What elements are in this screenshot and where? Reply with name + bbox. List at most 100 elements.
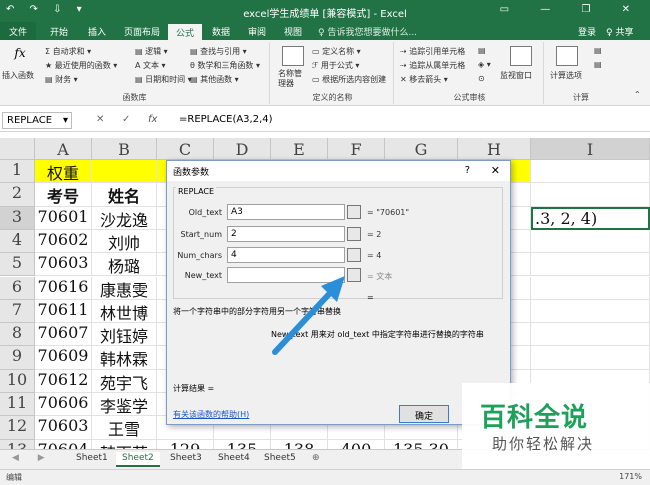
trace-dependents-button[interactable]: ⇢ 追踪从属单元格 — [400, 60, 465, 71]
remove-arrows-button[interactable]: ✕ 移去箭头 ▾ — [400, 74, 448, 85]
tab-file[interactable]: 文件 — [0, 22, 36, 40]
select-all-corner[interactable] — [0, 138, 35, 160]
cell-a12[interactable]: 70603 — [35, 416, 92, 440]
enter-icon[interactable]: ✓ — [122, 114, 130, 125]
active-cell-i3[interactable]: .3, 2, 4) — [531, 206, 650, 230]
cell-i9[interactable] — [531, 346, 650, 370]
sheet-nav-arrows[interactable]: ◀ ▶ — [6, 452, 59, 467]
login-link[interactable]: 登录 — [578, 25, 596, 38]
cell-i8[interactable] — [531, 323, 650, 347]
window-controls[interactable]: ▭ — ❐ ✕ — [500, 4, 644, 15]
use-in-formula-button[interactable]: ℱ 用于公式 ▾ — [312, 60, 359, 71]
cell-a3[interactable]: 70601 — [35, 206, 92, 230]
cell-a4[interactable]: 70602 — [35, 229, 92, 254]
text-functions-button[interactable]: A 文本 ▾ — [135, 60, 166, 71]
collapse-dialog-icon[interactable] — [347, 227, 361, 241]
collapse-dialog-icon[interactable] — [347, 248, 361, 262]
collapse-dialog-icon[interactable] — [347, 205, 361, 219]
tab-review[interactable]: 审阅 — [248, 25, 266, 38]
cell-b5[interactable]: 杨璐 — [92, 253, 157, 277]
row-header[interactable]: 11 — [0, 393, 35, 417]
row-header[interactable]: 9 — [0, 346, 35, 370]
cell-b12[interactable]: 王雪 — [92, 416, 157, 440]
arg-input-old-text[interactable]: A3 — [227, 204, 345, 220]
cell-a10[interactable]: 70612 — [35, 369, 92, 393]
trace-precedents-button[interactable]: ⇢ 追踪引用单元格 — [400, 46, 465, 57]
show-formulas-icon[interactable]: ▤ — [478, 46, 486, 55]
calc-now-icon[interactable]: ▤ — [594, 46, 602, 55]
math-trig-button[interactable]: θ 数学和三角函数 ▾ — [190, 60, 260, 71]
help-icon[interactable]: ? — [465, 165, 470, 176]
insert-function-icon[interactable]: fx — [148, 114, 157, 125]
cell-b3[interactable]: 沙龙逸 — [92, 206, 157, 230]
column-header-g[interactable]: G — [385, 138, 458, 160]
cell-a2[interactable]: 考号 — [35, 183, 92, 207]
row-header[interactable]: 8 — [0, 323, 35, 347]
cell-i1[interactable] — [531, 160, 650, 184]
cell-b6[interactable]: 康惠雯 — [92, 276, 157, 300]
autosum-button[interactable]: Σ 自动求和 ▾ — [45, 46, 91, 57]
insert-function-button[interactable]: 插入函数 — [2, 70, 34, 81]
cell-b10[interactable]: 苑宇飞 — [92, 369, 157, 393]
name-box[interactable]: REPLACE ▾ — [2, 112, 72, 129]
cell-a11[interactable]: 70606 — [35, 393, 92, 417]
cell-b4[interactable]: 刘帅 — [92, 229, 157, 254]
add-sheet-icon[interactable]: ⊕ — [306, 452, 326, 467]
cell-i7[interactable] — [531, 299, 650, 324]
watch-window-icon[interactable] — [510, 46, 532, 66]
sheet-tab-sheet1[interactable]: Sheet1 — [70, 452, 114, 467]
cell-i6[interactable] — [531, 276, 650, 300]
define-name-button[interactable]: ▭ 定义名称 ▾ — [312, 46, 361, 57]
cell-a9[interactable]: 70609 — [35, 346, 92, 370]
cancel-icon[interactable]: ✕ — [96, 114, 104, 125]
row-header[interactable]: 1 — [0, 160, 35, 184]
function-help-link[interactable]: 有关该函数的帮助(H) — [173, 409, 249, 420]
evaluate-formula-icon[interactable]: ⊙ — [478, 74, 485, 83]
cell-b9[interactable]: 韩林霖 — [92, 346, 157, 370]
share-button[interactable]: ♀ 共享 — [606, 25, 633, 38]
create-from-selection-button[interactable]: ▭ 根据所选内容创建 — [312, 74, 386, 85]
tab-data[interactable]: 数据 — [212, 25, 230, 38]
column-header-c[interactable]: C — [157, 138, 214, 160]
cell-b11[interactable]: 李鉴学 — [92, 393, 157, 417]
row-header[interactable]: 10 — [0, 369, 35, 393]
zoom-level[interactable]: 171% — [619, 472, 642, 481]
tab-view[interactable]: 视图 — [284, 25, 302, 38]
cell-a5[interactable]: 70603 — [35, 253, 92, 277]
sheet-tab-sheet4[interactable]: Sheet4 — [212, 452, 256, 467]
column-header-d[interactable]: D — [214, 138, 271, 160]
column-header-a[interactable]: A — [35, 138, 92, 160]
sheet-tab-sheet5[interactable]: Sheet5 — [258, 452, 302, 467]
row-header[interactable]: 12 — [0, 416, 35, 440]
cell-a6[interactable]: 70616 — [35, 276, 92, 300]
cell-b7[interactable]: 林世博 — [92, 299, 157, 324]
row-header[interactable]: 6 — [0, 276, 35, 300]
recent-functions-button[interactable]: ★ 最近使用的函数 ▾ — [45, 60, 117, 71]
collapse-ribbon-icon[interactable]: ⌃ — [634, 90, 641, 99]
error-checking-icon[interactable]: ◈ ▾ — [478, 60, 491, 69]
row-header[interactable]: 3 — [0, 206, 35, 230]
insert-function-icon[interactable]: fx — [9, 46, 31, 66]
lookup-button[interactable]: ▤ 查找与引用 ▾ — [190, 46, 247, 57]
close-icon[interactable]: ✕ — [491, 164, 500, 177]
ok-button[interactable]: 确定 — [399, 405, 449, 423]
tell-me-search[interactable]: ♀ 告诉我您想要做什么... — [318, 25, 417, 38]
calc-sheet-icon[interactable]: ▤ — [594, 60, 602, 69]
cell-b8[interactable]: 刘钰婷 — [92, 323, 157, 347]
tab-home[interactable]: 开始 — [50, 25, 68, 38]
column-header-h[interactable]: H — [458, 138, 531, 160]
formula-input[interactable]: =REPLACE(A3,2,4) — [175, 112, 645, 129]
datetime-button[interactable]: ▤ 日期和时间 ▾ — [135, 74, 192, 85]
cell-b2[interactable]: 姓名 — [92, 183, 157, 207]
row-header[interactable]: 2 — [0, 183, 35, 207]
row-header[interactable]: 7 — [0, 299, 35, 324]
sheet-tab-sheet3[interactable]: Sheet3 — [164, 452, 208, 467]
arg-input-start-num[interactable]: 2 — [227, 226, 345, 242]
cell-i4[interactable] — [531, 229, 650, 254]
tab-insert[interactable]: 插入 — [88, 25, 106, 38]
arg-input-num-chars[interactable]: 4 — [227, 247, 345, 263]
cell-a7[interactable]: 70611 — [35, 299, 92, 324]
column-header-i[interactable]: I — [531, 138, 650, 160]
tab-page-layout[interactable]: 页面布局 — [124, 25, 160, 38]
column-header-e[interactable]: E — [271, 138, 328, 160]
